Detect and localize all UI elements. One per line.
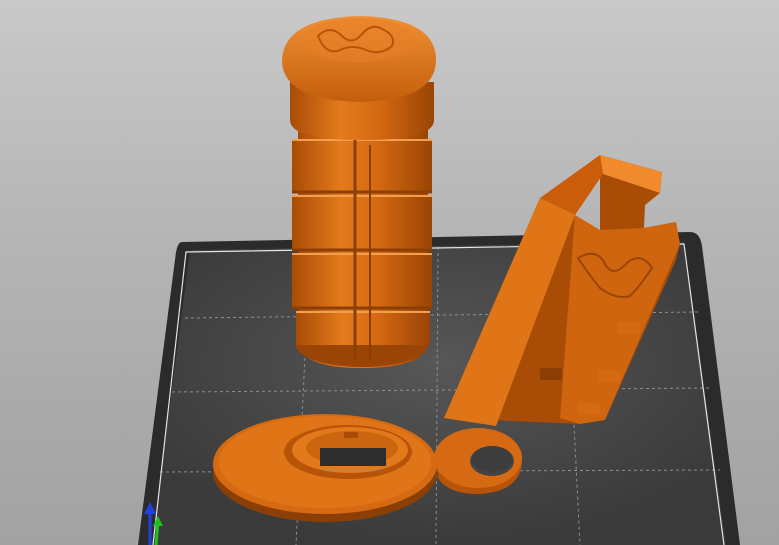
grip-bands xyxy=(292,139,432,362)
scene-canvas[interactable] xyxy=(0,0,779,545)
3d-viewport[interactable] xyxy=(0,0,779,545)
cylinder-container[interactable] xyxy=(282,16,436,368)
